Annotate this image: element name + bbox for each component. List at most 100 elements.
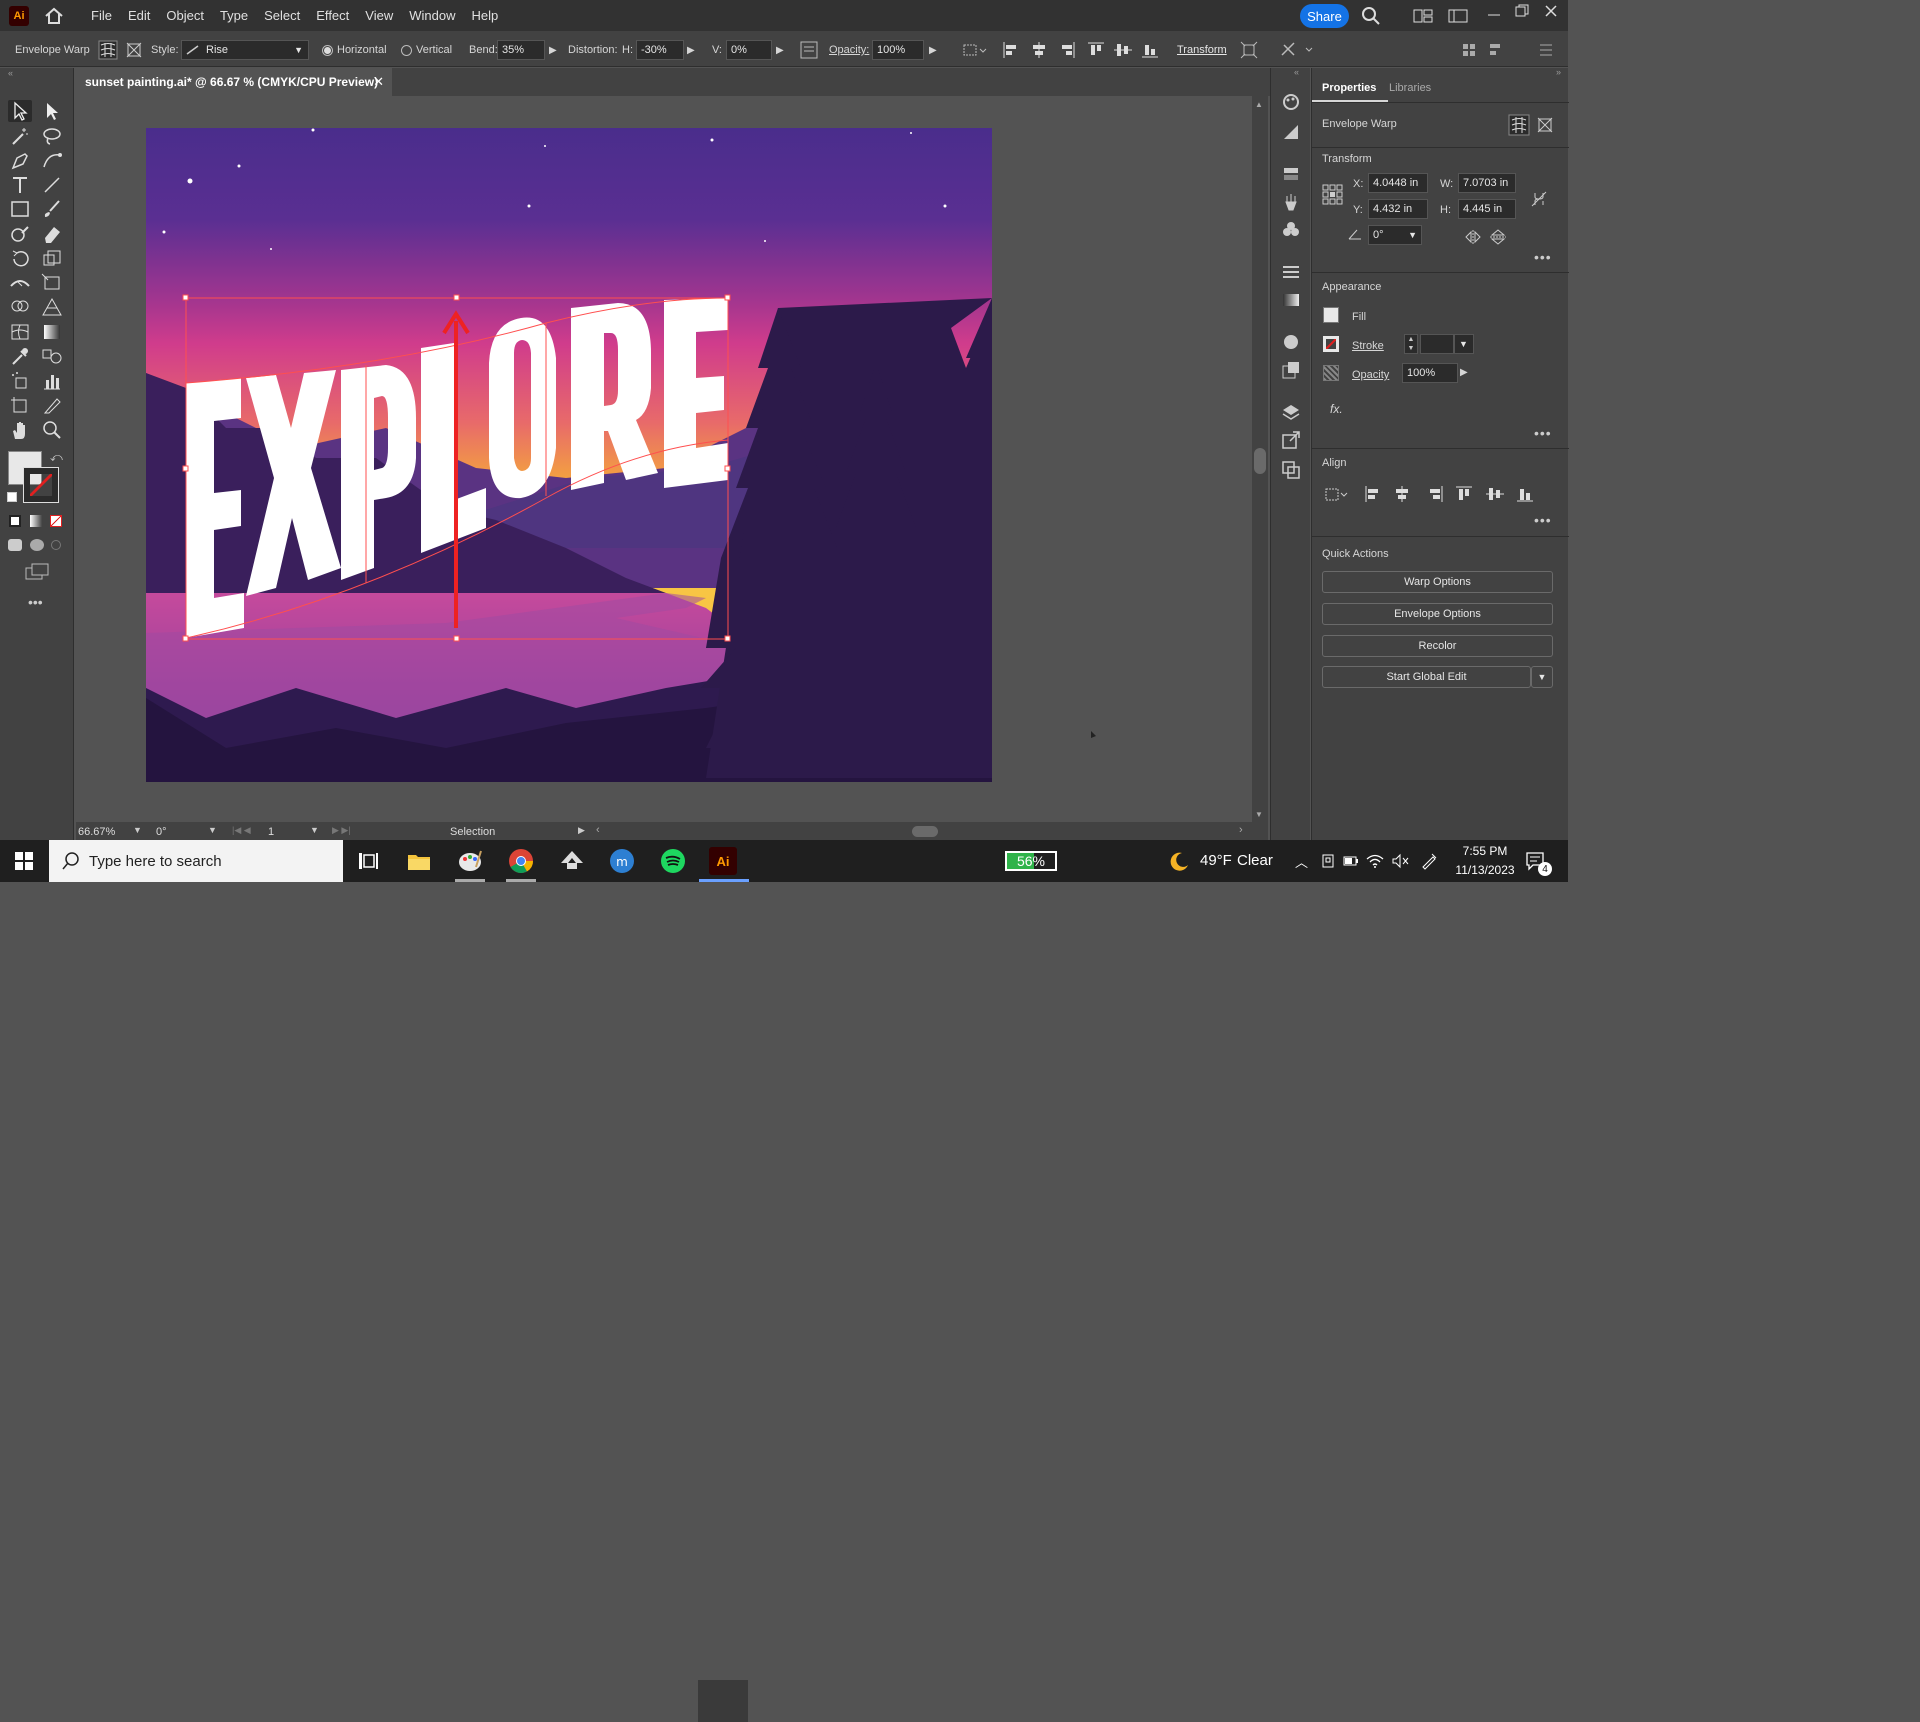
stroke-color-swatch[interactable] (1323, 336, 1339, 352)
hand-tool-icon[interactable] (8, 419, 32, 441)
warp-options-button[interactable]: Warp Options (1322, 571, 1553, 593)
mesh-tool-icon[interactable] (8, 321, 32, 343)
pen-workspace-icon[interactable] (1420, 852, 1438, 870)
blend-tool-icon[interactable] (40, 345, 64, 367)
task-view-icon[interactable] (354, 847, 382, 875)
isolate-icon[interactable] (1240, 41, 1258, 59)
weather-moon-icon[interactable] (1168, 850, 1190, 872)
magic-wand-tool-icon[interactable] (8, 125, 32, 147)
zoom-level[interactable]: 66.67% (78, 824, 136, 840)
mu-app-icon[interactable]: m (608, 847, 636, 875)
artboard-nav-next-icon[interactable]: ▶ ▶| (332, 825, 351, 836)
edit-toolbar-icon[interactable]: ••• (28, 594, 43, 610)
fx-icon[interactable]: fx. (1330, 402, 1343, 416)
shaper-tool-icon[interactable] (8, 223, 32, 245)
clock-date[interactable]: 11/13/2023 (1449, 863, 1521, 877)
panel-align-right-icon[interactable] (1430, 486, 1443, 502)
layers-icon[interactable] (1281, 402, 1301, 422)
illustrator-taskbar-icon[interactable]: Ai (709, 847, 737, 875)
paintbrush-tool-icon[interactable] (40, 198, 64, 220)
gradient-tool-icon[interactable] (40, 321, 64, 343)
color-guide-icon[interactable] (1281, 122, 1301, 142)
v-distortion-field[interactable]: 0% (726, 40, 772, 60)
height-field[interactable]: 4.445 in (1458, 199, 1516, 219)
align-more-icon[interactable]: ••• (1534, 512, 1552, 528)
scroll-down-icon[interactable]: ▼ (1255, 810, 1263, 819)
menu-window[interactable]: Window (401, 8, 463, 23)
brushes-icon[interactable] (1281, 192, 1301, 212)
opacity-expand-icon[interactable]: ▶ (1460, 367, 1468, 378)
inkscape-icon[interactable] (558, 847, 586, 875)
panel-align-middle-icon[interactable] (1486, 488, 1504, 500)
chrome-icon[interactable] (507, 847, 535, 875)
panel-align-left-icon[interactable] (1365, 486, 1378, 502)
constrain-proportions-icon[interactable] (1530, 190, 1548, 208)
transform-link[interactable]: Transform (1177, 40, 1227, 60)
show-hidden-icons-icon[interactable]: ︿ (1295, 852, 1308, 871)
opacity-link[interactable]: Opacity: (829, 40, 869, 60)
swatches-icon[interactable] (1281, 164, 1301, 184)
rotation-field[interactable]: 0° ▼ (1368, 225, 1422, 245)
selection-tool-icon[interactable] (8, 100, 32, 122)
eraser-tool-icon[interactable] (40, 223, 64, 245)
y-field[interactable]: 4.432 in (1368, 199, 1428, 219)
clock-time[interactable]: 7:55 PM (1449, 844, 1521, 858)
menu-object[interactable]: Object (158, 8, 212, 23)
draw-inside-icon[interactable] (51, 540, 61, 550)
file-explorer-icon[interactable] (405, 847, 433, 875)
edit-contents-panel-icon[interactable] (1534, 114, 1556, 136)
arrange-icons[interactable] (1460, 41, 1556, 59)
status-menu-icon[interactable]: ▶ (578, 825, 585, 836)
shape-builder-tool-icon[interactable] (8, 296, 32, 318)
graphic-styles-icon[interactable] (1281, 360, 1301, 380)
artboard-nav-prev-icon[interactable]: |◀ ◀ (232, 825, 251, 836)
align-middle-icon[interactable] (1114, 44, 1132, 56)
scale-tool-icon[interactable] (40, 247, 64, 269)
opacity-arrow-icon[interactable]: ▶ (929, 40, 937, 60)
envelope-options-icon[interactable] (1280, 41, 1314, 59)
h-distortion-field[interactable]: -30% (636, 40, 684, 60)
mesh-toggle-icon[interactable] (1508, 114, 1530, 136)
battery-tray-icon[interactable] (1343, 854, 1359, 868)
document-tab[interactable]: sunset painting.ai* @ 66.67 % (CMYK/CPU … (76, 68, 392, 96)
screen-mode-icon[interactable] (24, 562, 50, 582)
recolor-button[interactable]: Recolor (1322, 635, 1553, 657)
align-to-selection-icon[interactable] (1325, 488, 1348, 501)
home-icon[interactable] (43, 5, 65, 27)
horizontal-scroll-thumb[interactable] (912, 826, 938, 837)
opacity-field[interactable]: 100% (872, 40, 924, 60)
stroke-label[interactable]: Stroke (1352, 340, 1384, 352)
width-field[interactable]: 7.0703 in (1458, 173, 1516, 193)
align-top-icon[interactable] (1088, 42, 1104, 55)
minimize-icon[interactable] (1487, 8, 1501, 22)
pen-tool-icon[interactable] (8, 149, 32, 171)
weather-desc[interactable]: Clear (1237, 852, 1273, 869)
envelope-mesh-icon[interactable] (98, 40, 118, 60)
arrange-documents-icon[interactable] (1413, 9, 1433, 23)
weather-temp[interactable]: 49°F (1200, 852, 1232, 869)
stroke-panel-icon[interactable] (1281, 262, 1301, 282)
color-mode-icon[interactable] (9, 515, 21, 527)
appearance-opacity-field[interactable]: 100% (1402, 363, 1458, 383)
artboards-panel-icon[interactable] (1281, 460, 1301, 480)
artboard-number[interactable]: 1 (268, 824, 308, 840)
h-arrow-icon[interactable]: ▶ (687, 40, 695, 60)
close-window-icon[interactable] (1544, 4, 1558, 18)
edit-contents-icon[interactable] (124, 40, 144, 60)
stroke-weight-stepper[interactable]: ▲ ▼ (1404, 334, 1418, 354)
align-right-icon[interactable] (1062, 42, 1075, 58)
default-fill-stroke-icon[interactable] (7, 492, 17, 502)
reference-point-icon[interactable] (1322, 184, 1344, 206)
align-bottom-icon[interactable] (1142, 45, 1158, 58)
expand-dock-icon[interactable]: « (1294, 67, 1299, 77)
rotation-value[interactable]: 0° (156, 824, 208, 840)
wifi-icon[interactable] (1366, 853, 1384, 869)
taskbar-search[interactable]: Type here to search (49, 840, 343, 882)
appearance-more-icon[interactable]: ••• (1534, 425, 1552, 441)
gradient-mode-icon[interactable] (30, 515, 42, 527)
stroke-weight-field[interactable] (1420, 334, 1454, 354)
start-global-edit-button[interactable]: Start Global Edit (1322, 666, 1531, 688)
panel-align-top-icon[interactable] (1456, 486, 1472, 500)
menu-view[interactable]: View (357, 8, 401, 23)
vertical-radio[interactable]: Vertical (401, 40, 452, 60)
